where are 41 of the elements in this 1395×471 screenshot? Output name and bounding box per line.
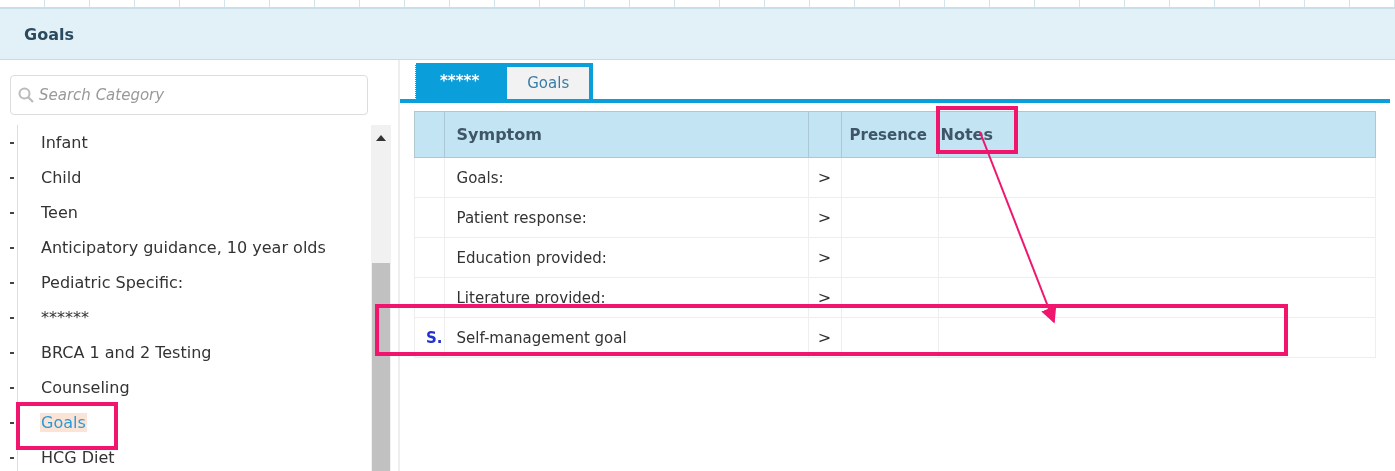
category-item[interactable]: ******: [40, 308, 90, 327]
expand-chevron[interactable]: >: [808, 157, 841, 198]
category-item[interactable]: Counseling: [40, 378, 131, 397]
search-field[interactable]: Search Category: [10, 75, 368, 115]
header-cell: [808, 111, 841, 158]
column-header: Presence: [841, 111, 938, 158]
category-item[interactable]: Teen: [40, 203, 79, 222]
tree-connector-icon: [10, 281, 14, 284]
scrollbar[interactable]: [371, 125, 391, 471]
row-marker: S.: [426, 328, 443, 347]
column-header: Symptom: [444, 111, 808, 158]
expand-chevron[interactable]: >: [808, 317, 841, 358]
category-item[interactable]: Infant: [40, 133, 89, 152]
expand-chevron[interactable]: >: [808, 277, 841, 318]
table-cell: Self-management goal: [444, 317, 808, 358]
column-header: Notes: [938, 111, 1376, 158]
table-cell: Patient response:: [444, 197, 808, 238]
tree-connector-icon: [10, 316, 14, 319]
tree-connector-icon: [10, 421, 14, 424]
tree-connector-icon: [10, 211, 14, 214]
scroll-up-icon[interactable]: [376, 135, 386, 141]
tree-connector-icon: [10, 386, 14, 389]
table-cell: Goals:: [444, 157, 808, 198]
category-item[interactable]: Child: [40, 168, 83, 187]
section-title: Goals: [24, 24, 74, 44]
tree-connector-icon: [10, 141, 14, 144]
tab[interactable]: Goals: [503, 63, 594, 99]
category-item[interactable]: HCG Diet: [40, 448, 116, 467]
table-cell: Education provided:: [444, 237, 808, 278]
expand-chevron[interactable]: >: [808, 237, 841, 278]
header-cell: [414, 111, 444, 158]
tree-connector-icon: [10, 246, 14, 249]
tree-connector-icon: [10, 456, 14, 459]
scroll-thumb[interactable]: [372, 263, 390, 471]
tree-connector-icon: [10, 176, 14, 179]
category-item[interactable]: BRCA 1 and 2 Testing: [40, 343, 213, 362]
table-cell: Literature provided:: [444, 277, 808, 318]
category-item[interactable]: Anticipatory guidance, 10 year olds: [40, 238, 327, 257]
expand-chevron[interactable]: >: [808, 197, 841, 238]
tree-connector-icon: [10, 351, 14, 354]
category-item[interactable]: Pediatric Specific:: [40, 273, 185, 292]
